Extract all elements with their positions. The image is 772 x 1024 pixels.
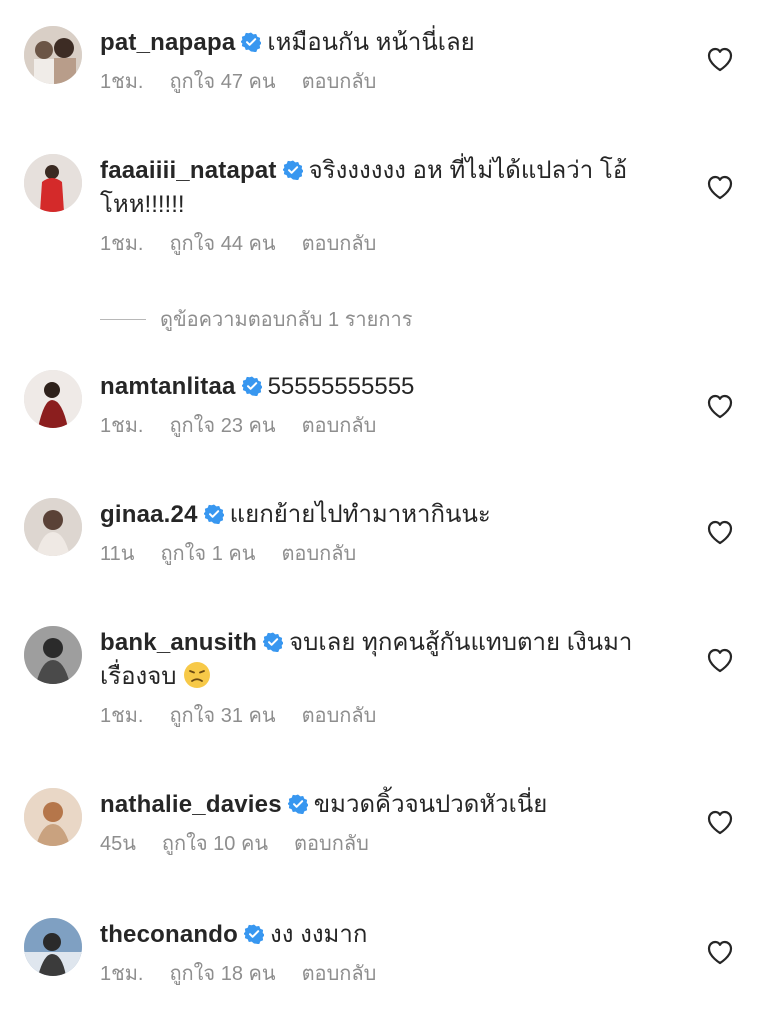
comment-username[interactable]: theconando bbox=[100, 921, 238, 948]
comment-body: จบเลย ทุกคนสู้กันแทบตาย เงินมา bbox=[289, 629, 633, 656]
verified-badge-icon bbox=[241, 32, 262, 52]
verified-badge-icon bbox=[263, 632, 284, 652]
comment-body: แยกย้ายไปทำมาหากินนะ bbox=[229, 501, 491, 528]
comment-time: 45น bbox=[100, 833, 136, 855]
avatar[interactable] bbox=[24, 626, 82, 684]
comment-likes[interactable]: ถูกใจ 47 คน bbox=[169, 71, 275, 93]
comment-text-line: bank_anusith จบเลย ทุกคนสู้กันแทบตาย เงิน… bbox=[100, 626, 680, 660]
divider bbox=[100, 318, 146, 320]
comment-likes[interactable]: ถูกใจ 44 คน bbox=[169, 233, 275, 255]
verified-badge-icon bbox=[241, 376, 262, 396]
comment-meta: 11น ถูกใจ 1 คน ตอบกลับ bbox=[100, 540, 680, 568]
comment-username[interactable]: namtanlitaa bbox=[100, 373, 236, 400]
verified-badge-icon bbox=[244, 924, 264, 944]
comment-text-line: โหห!!!!!! bbox=[100, 188, 680, 222]
comment-body: เหมือนกัน หน้านี่เลย bbox=[267, 29, 475, 56]
heart-outline-icon[interactable] bbox=[706, 393, 734, 419]
comment-username[interactable]: ginaa.24 bbox=[100, 501, 198, 528]
comment-text-line: namtanlitaa 55555555555 bbox=[100, 370, 680, 404]
avatar[interactable] bbox=[24, 788, 82, 846]
comment-time: 1ชม. bbox=[100, 963, 144, 985]
reply-button[interactable]: ตอบกลับ bbox=[302, 415, 377, 437]
comment-text-line: เรื่องจบ bbox=[100, 660, 680, 694]
verified-badge-icon bbox=[282, 160, 303, 180]
reply-button[interactable]: ตอบกลับ bbox=[302, 705, 377, 727]
comment-likes[interactable]: ถูกใจ 10 คน bbox=[162, 833, 268, 855]
comment-meta: 1ชม. ถูกใจ 47 คน ตอบกลับ bbox=[100, 68, 680, 96]
comment-body-continued: เรื่องจบ bbox=[100, 663, 177, 690]
heart-outline-icon[interactable] bbox=[706, 519, 734, 545]
comment-username[interactable]: faaaiiii_natapat bbox=[100, 157, 277, 184]
comment-body: ขมวดคิ้วจนปวดหัวเนี่ย bbox=[313, 791, 548, 818]
heart-outline-icon[interactable] bbox=[706, 809, 734, 835]
comment-time: 1ชม. bbox=[100, 71, 144, 93]
comment-text-line: faaaiiii_natapat จริงงงงงง อห ที่ไม่ได้แป… bbox=[100, 154, 680, 188]
comment-likes[interactable]: ถูกใจ 18 คน bbox=[169, 963, 275, 985]
comment-likes[interactable]: ถูกใจ 23 คน bbox=[169, 415, 275, 437]
reply-button[interactable]: ตอบกลับ bbox=[302, 233, 377, 255]
comment-body-continued: โหห!!!!!! bbox=[100, 191, 185, 218]
comment-meta: 1ชม. ถูกใจ 44 คน ตอบกลับ bbox=[100, 230, 680, 258]
comment-time: 1ชม. bbox=[100, 415, 144, 437]
heart-outline-icon[interactable] bbox=[706, 939, 734, 965]
reply-button[interactable]: ตอบกลับ bbox=[281, 543, 356, 565]
reply-button[interactable]: ตอบกลับ bbox=[294, 833, 369, 855]
comment-username[interactable]: pat_napapa bbox=[100, 29, 235, 56]
avatar[interactable] bbox=[24, 370, 82, 428]
verified-badge-icon bbox=[203, 504, 224, 524]
verified-badge-icon bbox=[287, 794, 308, 814]
reply-button[interactable]: ตอบกลับ bbox=[302, 71, 377, 93]
comment-body: จริงงงงงง อห ที่ไม่ได้แปลว่า โอ้ bbox=[308, 157, 628, 184]
comment-likes[interactable]: ถูกใจ 1 คน bbox=[160, 543, 255, 565]
comment-meta: 1ชม. ถูกใจ 18 คน ตอบกลับ bbox=[100, 960, 680, 988]
comment-time: 11น bbox=[100, 543, 135, 565]
comment-text-line: nathalie_davies ขมวดคิ้วจนปวดหัวเนี่ย bbox=[100, 788, 680, 822]
comment-meta: 1ชม. ถูกใจ 31 คน ตอบกลับ bbox=[100, 702, 680, 730]
comment-text-line: theconando งง งงมาก bbox=[100, 918, 680, 952]
comment-body: 55555555555 bbox=[267, 373, 415, 400]
comment-text-line: ginaa.24 แยกย้ายไปทำมาหากินนะ bbox=[100, 498, 680, 532]
comment-time: 1ชม. bbox=[100, 705, 144, 727]
comment-text-line: pat_napapa เหมือนกัน หน้านี่เลย bbox=[100, 26, 680, 60]
avatar[interactable] bbox=[24, 26, 82, 84]
avatar[interactable] bbox=[24, 154, 82, 212]
comment-time: 1ชม. bbox=[100, 233, 144, 255]
avatar[interactable] bbox=[24, 498, 82, 556]
comment-body: งง งงมาก bbox=[270, 921, 368, 948]
heart-outline-icon[interactable] bbox=[706, 647, 734, 673]
comment-meta: 45น ถูกใจ 10 คน ตอบกลับ bbox=[100, 830, 680, 858]
heart-outline-icon[interactable] bbox=[706, 46, 734, 72]
comment-likes[interactable]: ถูกใจ 31 คน bbox=[169, 705, 275, 727]
disappointed-face-emoji bbox=[183, 661, 211, 689]
avatar[interactable] bbox=[24, 918, 82, 976]
view-replies-label: ดูข้อความตอบกลับ 1 รายการ bbox=[160, 309, 413, 331]
reply-button[interactable]: ตอบกลับ bbox=[302, 963, 377, 985]
comment-username[interactable]: nathalie_davies bbox=[100, 791, 282, 818]
comment-username[interactable]: bank_anusith bbox=[100, 629, 257, 656]
comment-meta: 1ชม. ถูกใจ 23 คน ตอบกลับ bbox=[100, 412, 680, 440]
view-replies-link[interactable]: ดูข้อความตอบกลับ 1 รายการ bbox=[100, 303, 412, 335]
heart-outline-icon[interactable] bbox=[706, 174, 734, 200]
